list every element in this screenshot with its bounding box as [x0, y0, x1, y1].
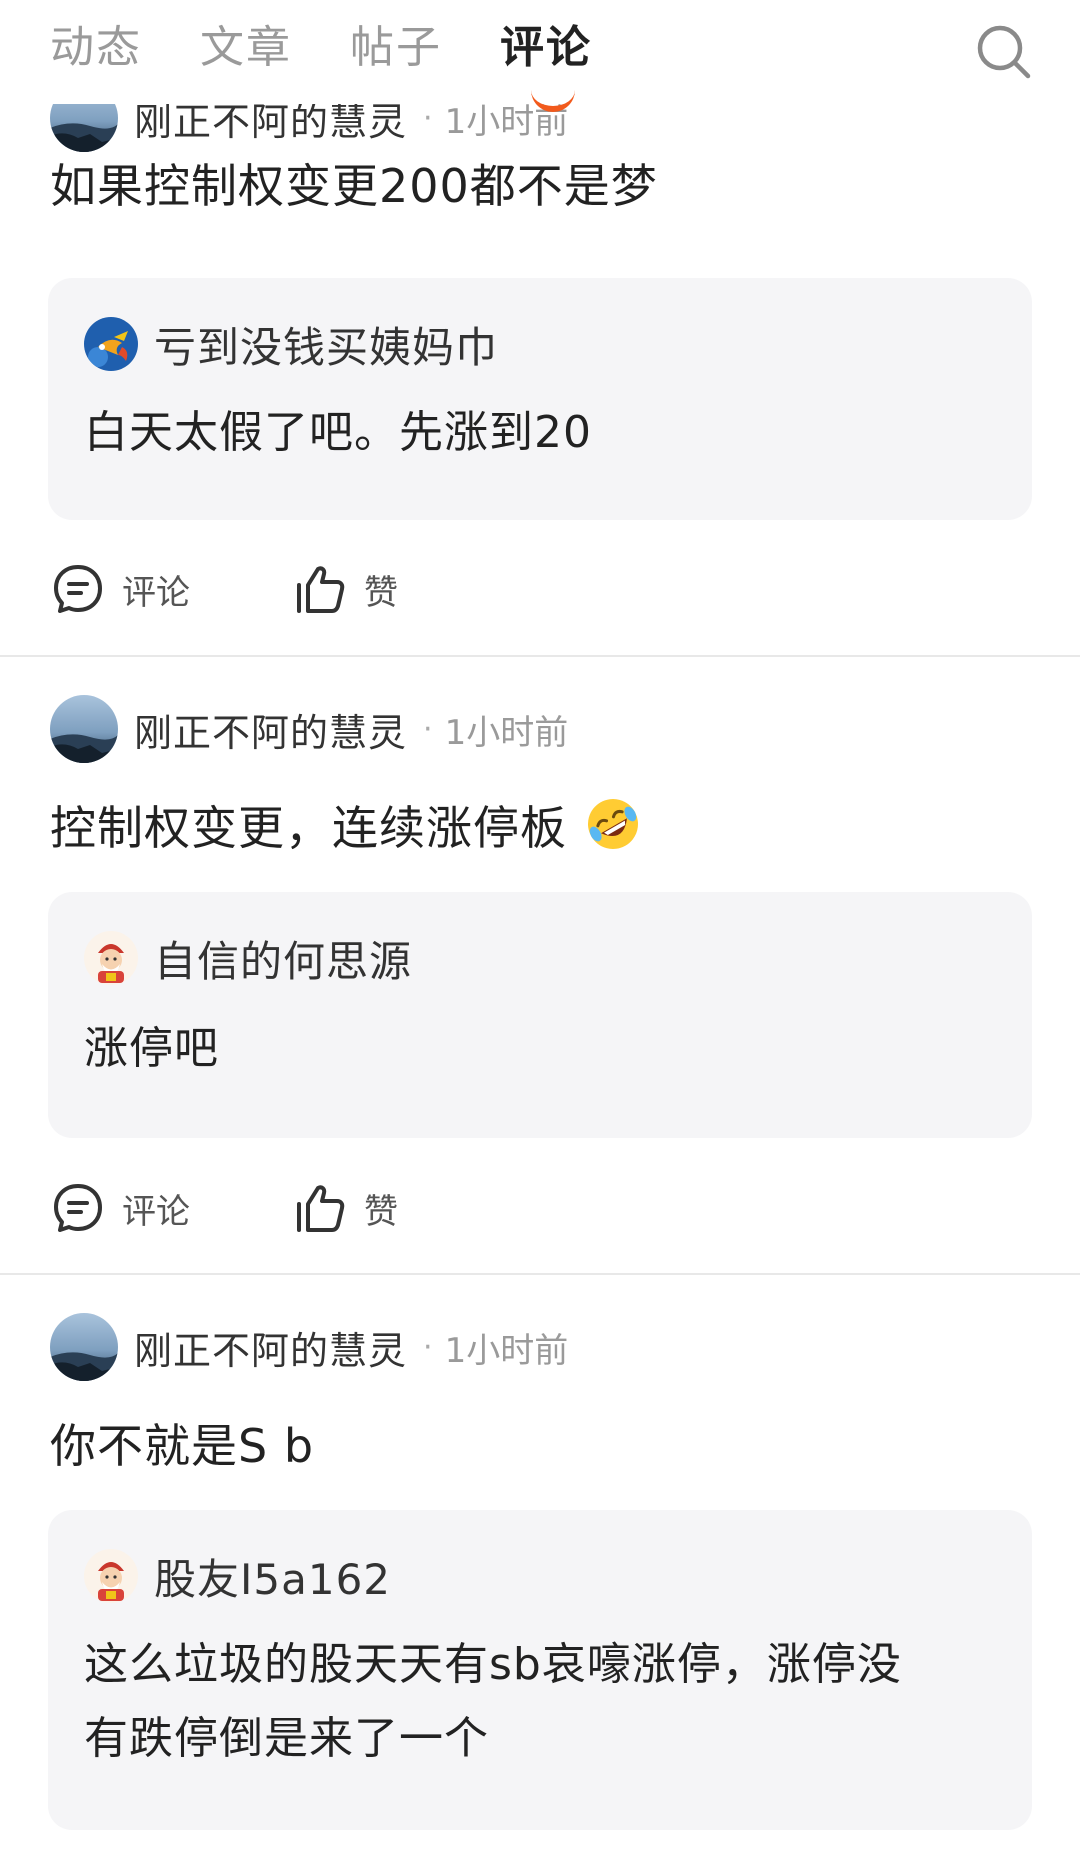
comment-label[interactable]: 评论 [122, 1184, 190, 1233]
quoted-comment[interactable]: 自信的何思源 涨停吧 [48, 892, 1032, 1138]
post-author-name[interactable]: 刚正不阿的慧灵 [134, 702, 407, 757]
separator-dot: · [423, 1329, 433, 1365]
tab-posts[interactable]: 帖子 [350, 18, 442, 78]
post-actions: 评论 赞 [50, 1173, 650, 1243]
quoted-comment[interactable]: 股友I5a162 这么垃圾的股天天有sb哀嚎涨停，涨停没 有跌停倒是来了一个 [48, 1510, 1032, 1830]
separator-dot: · [423, 711, 433, 747]
quote-author-name[interactable]: 股友I5a162 [154, 1546, 391, 1607]
post-author-row[interactable]: 刚正不阿的慧灵 · 1小时前 [50, 1311, 568, 1383]
quote-author-row[interactable]: 自信的何思源 [84, 930, 412, 986]
quote-author-name[interactable]: 亏到没钱买姨妈巾 [154, 314, 498, 375]
tab-comments[interactable]: 评论 [500, 18, 592, 112]
search-icon [977, 25, 1031, 79]
post-body[interactable]: 控制权变更，连续涨停板 [50, 792, 641, 858]
quote-line: 白天太假了吧。先涨到20 [84, 407, 592, 458]
comment-button[interactable]: 评论 [50, 1173, 190, 1243]
avatar[interactable] [84, 1549, 138, 1603]
post-time: 1小时前 [444, 1330, 569, 1371]
avatar[interactable] [50, 695, 118, 763]
tab-comments-label: 评论 [500, 22, 592, 73]
post-time: 1小时前 [444, 712, 569, 753]
comment-bubble-icon [54, 1184, 102, 1232]
like-label[interactable]: 赞 [364, 1184, 398, 1233]
quote-line: 有跌停倒是来了一个 [84, 1713, 489, 1764]
like-button[interactable]: 赞 [292, 554, 398, 624]
quoted-comment[interactable]: 亏到没钱买姨妈巾 白天太假了吧。先涨到20 [48, 278, 1032, 520]
quote-author-name[interactable]: 自信的何思源 [154, 928, 412, 989]
post-body[interactable]: 你不就是S b [50, 1410, 314, 1476]
quote-author-row[interactable]: 股友I5a162 [84, 1548, 391, 1604]
comment-button[interactable]: 评论 [50, 554, 190, 624]
tab-dynamics[interactable]: 动态 [50, 18, 142, 78]
quote-line: 涨停吧 [84, 1023, 219, 1074]
comment-bubble-icon [54, 565, 102, 613]
quote-line: 这么垃圾的股天天有sb哀嚎涨停，涨停没 [84, 1639, 902, 1690]
post-body[interactable]: 如果控制权变更200都不是梦 [50, 150, 658, 216]
divider [0, 1273, 1080, 1275]
post-author-row[interactable]: 刚正不阿的慧灵 · 1小时前 [50, 693, 568, 765]
like-label[interactable]: 赞 [364, 565, 398, 614]
separator-dot: · [423, 100, 433, 136]
post-actions: 评论 赞 [50, 554, 650, 624]
avatar[interactable] [84, 317, 138, 371]
thumbs-up-icon [297, 1185, 345, 1232]
quote-body: 这么垃圾的股天天有sb哀嚎涨停，涨停没 有跌停倒是来了一个 [84, 1628, 962, 1776]
avatar[interactable] [50, 1313, 118, 1381]
tab-articles[interactable]: 文章 [200, 18, 292, 78]
quote-author-row[interactable]: 亏到没钱买姨妈巾 [84, 316, 498, 372]
search-button[interactable] [974, 22, 1034, 82]
rolling-laughing-emoji [587, 799, 638, 849]
comment-label[interactable]: 评论 [122, 565, 190, 614]
like-button[interactable]: 赞 [292, 1173, 398, 1243]
top-tab-bar: 动态 文章 帖子 评论 [0, 0, 1080, 112]
avatar[interactable] [84, 931, 138, 985]
divider [0, 655, 1080, 657]
post-body-text: 控制权变更，连续涨停板 [50, 801, 567, 855]
quote-body: 白天太假了吧。先涨到20 [84, 396, 962, 470]
post-author-name[interactable]: 刚正不阿的慧灵 [134, 1320, 407, 1375]
quote-body: 涨停吧 [84, 1012, 962, 1086]
thumbs-up-icon [297, 566, 345, 613]
